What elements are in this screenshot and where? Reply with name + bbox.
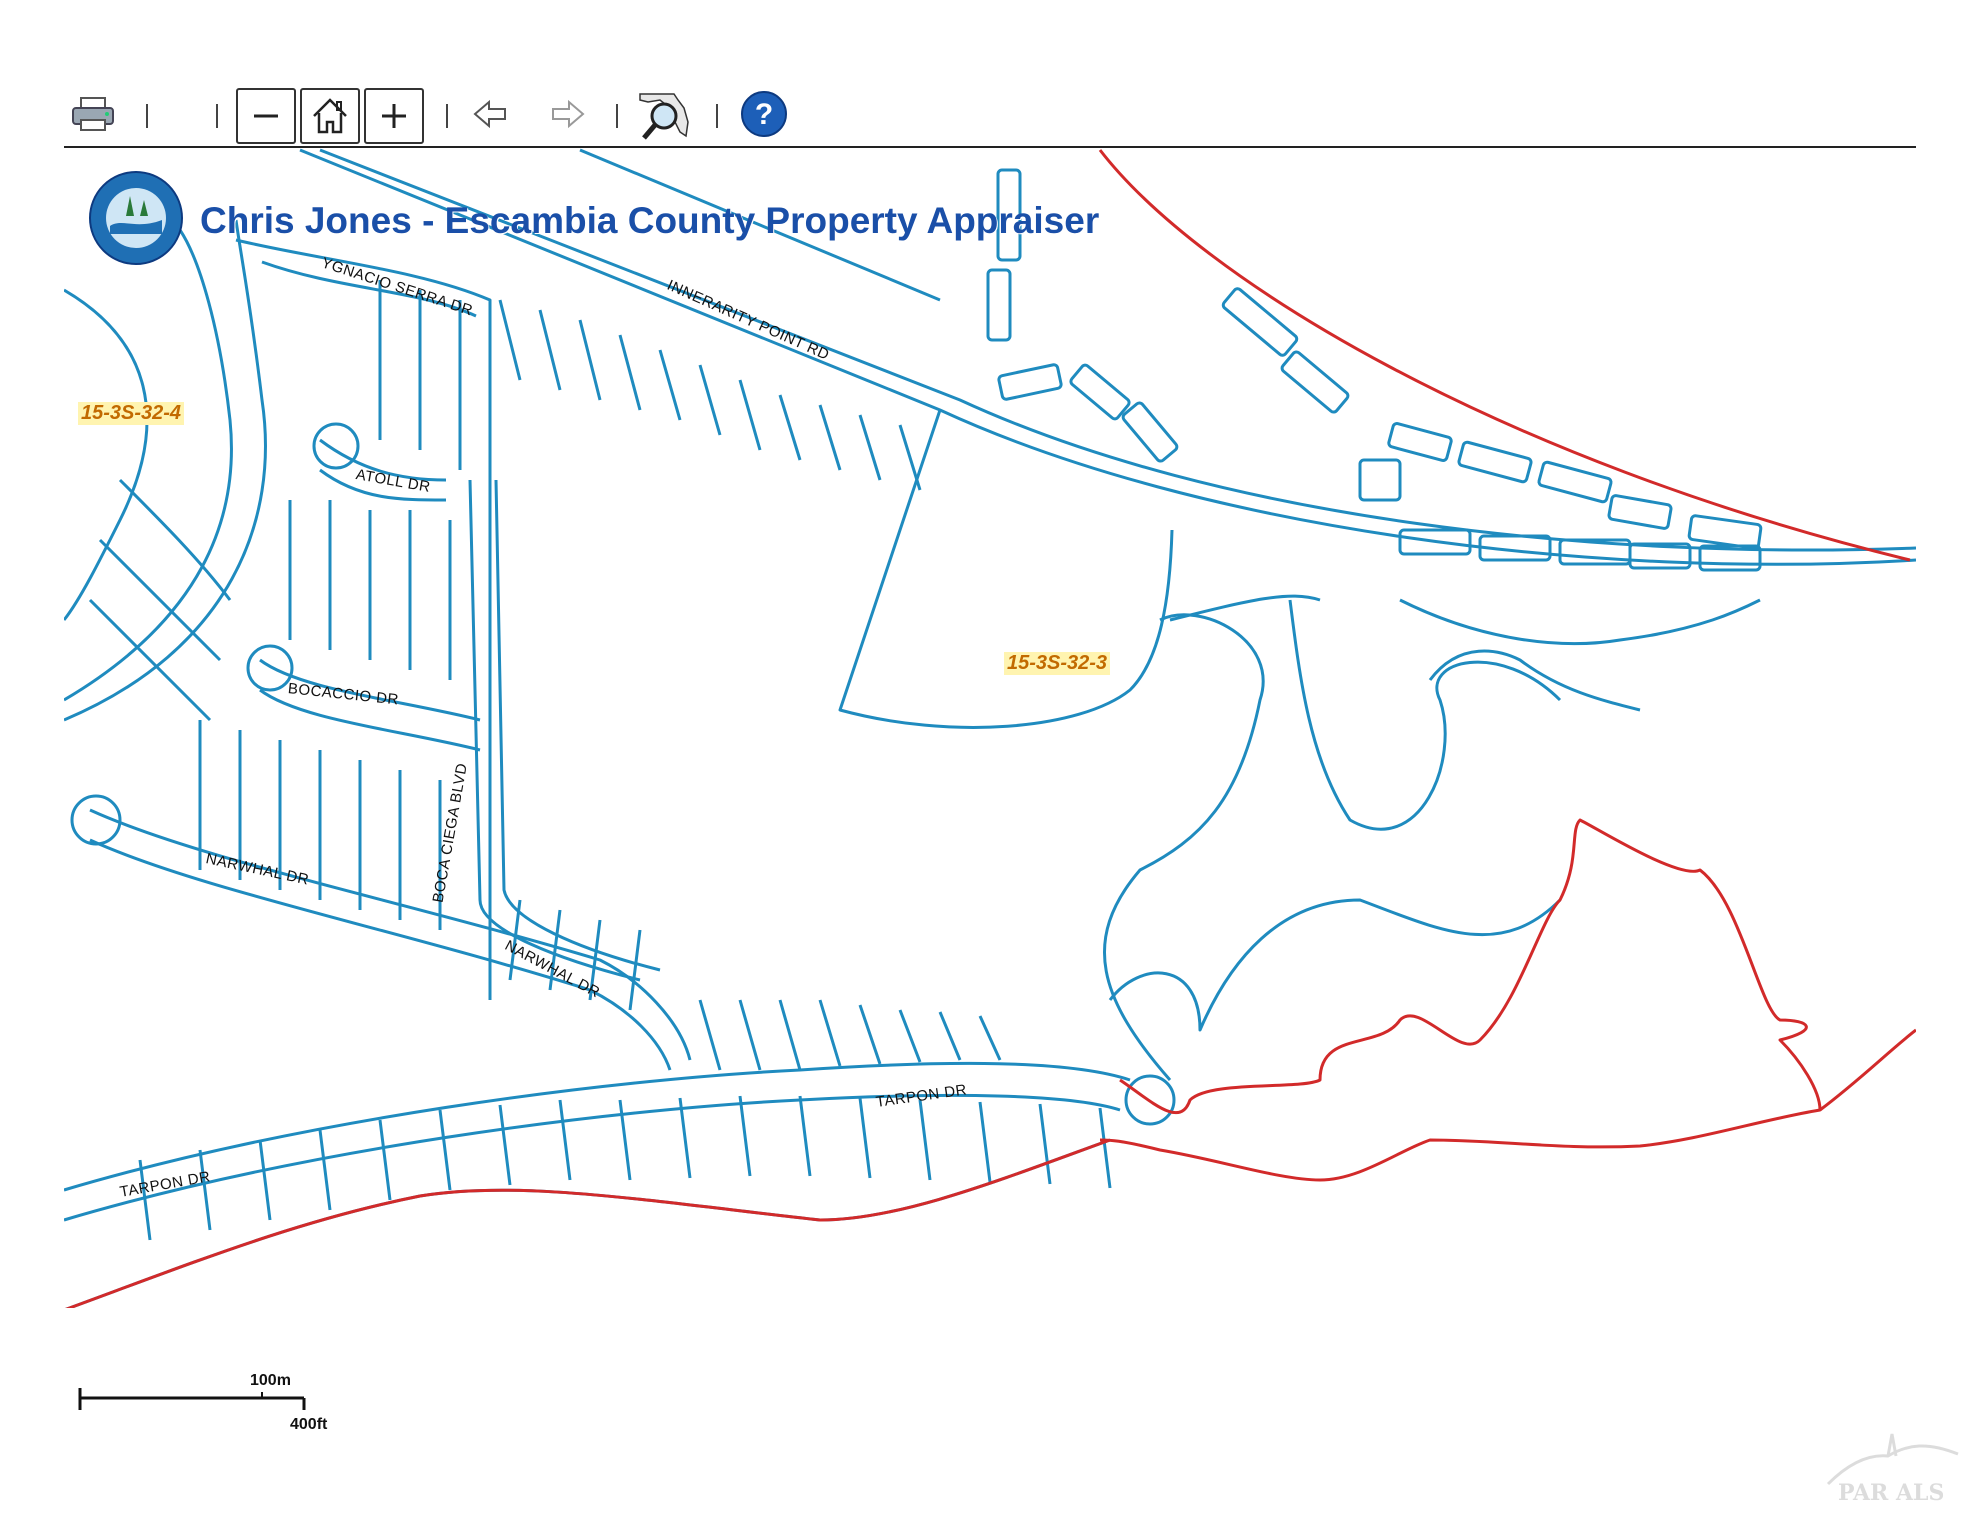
scale-imperial-label: 400ft <box>290 1416 328 1433</box>
parcel-map[interactable] <box>64 148 1916 1308</box>
page-title: Chris Jones - Escambia County Property A… <box>200 200 1100 241</box>
toolbar-separator <box>716 104 718 128</box>
help-icon: ? <box>741 91 787 137</box>
forward-button[interactable] <box>542 86 592 142</box>
svg-text:?: ? <box>755 98 773 131</box>
printer-icon <box>72 97 114 131</box>
parcel-label: 15-3S-32-3 <box>1004 652 1111 675</box>
toolbar-separator <box>616 104 618 128</box>
arrow-right-icon <box>552 99 585 129</box>
arrow-left-icon <box>473 99 506 129</box>
scale-bar: 100m 400ft <box>78 1370 327 1433</box>
home-button[interactable] <box>300 88 360 144</box>
watermark-text: PAR ALS <box>1838 1480 1945 1506</box>
scale-metric-label: 100m <box>250 1372 291 1389</box>
toolbar-separator <box>146 104 148 128</box>
home-icon <box>313 98 347 134</box>
zoom-in-button[interactable] <box>364 88 424 144</box>
zoom-out-button[interactable] <box>236 88 296 144</box>
county-seal-logo <box>89 171 183 265</box>
toolbar-separator <box>446 104 448 128</box>
plus-icon <box>382 104 406 128</box>
parcel-label: 15-3S-32-4 <box>78 402 185 425</box>
print-button[interactable] <box>68 86 118 142</box>
parcel-map-drawing <box>64 148 1916 1308</box>
toolbar-separator <box>216 104 218 128</box>
florida-magnifier-icon <box>639 93 689 140</box>
help-button[interactable]: ? <box>736 86 792 142</box>
florida-search-button[interactable] <box>632 86 702 142</box>
back-button[interactable] <box>466 86 516 142</box>
watermark-logo: PAR ALS <box>1808 1424 1978 1524</box>
scale-bar-line <box>78 1388 306 1410</box>
map-toolbar: ? <box>64 86 1916 148</box>
minus-icon <box>254 114 278 118</box>
